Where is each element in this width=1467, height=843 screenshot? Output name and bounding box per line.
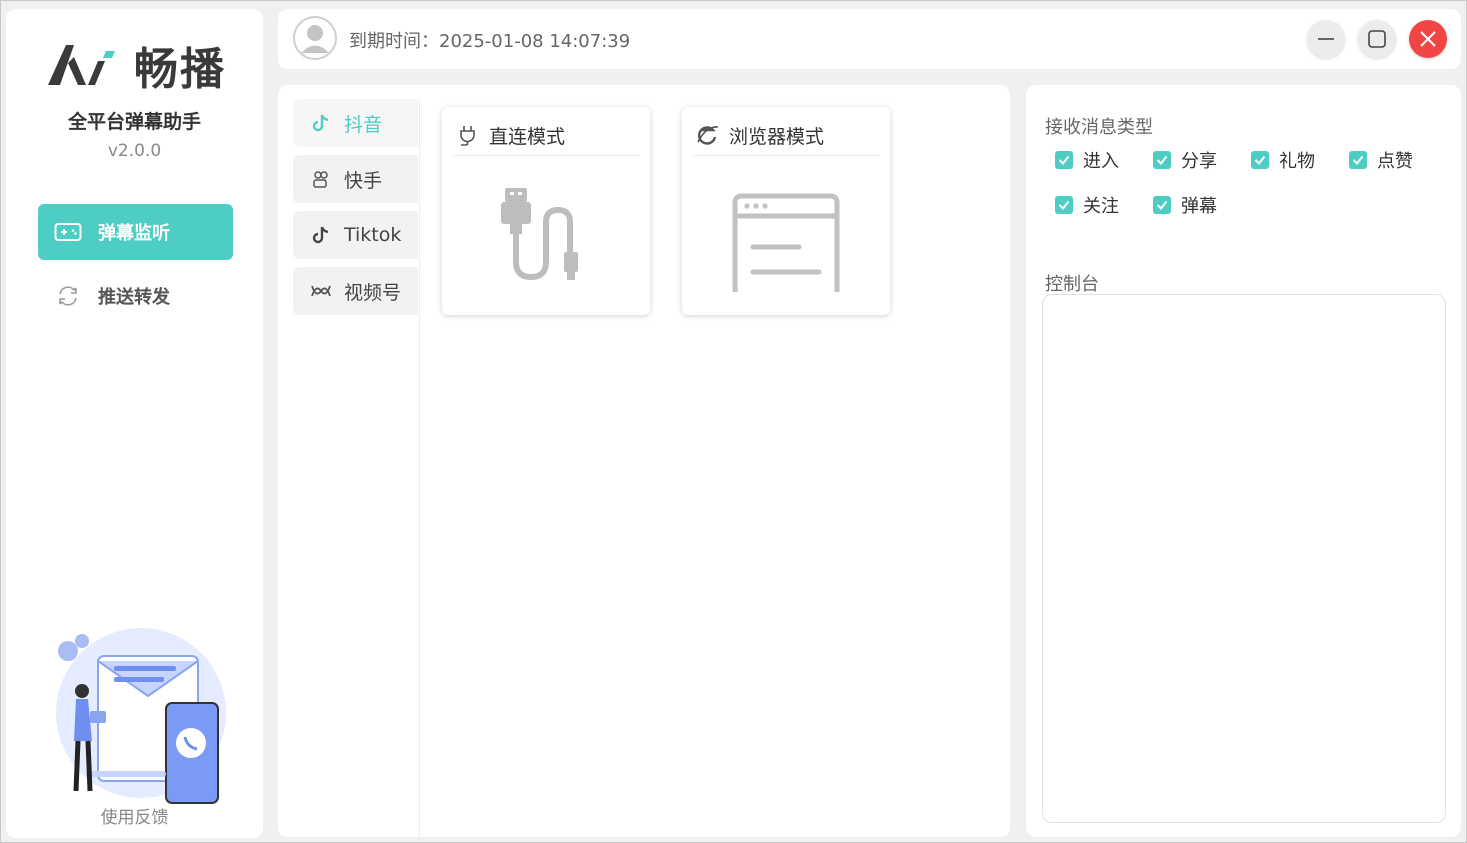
platform-list: 抖音 快手 Tiktok 视频号 — [293, 99, 420, 837]
mode-label: 浏览器模式 — [729, 125, 825, 148]
minimize-icon — [1318, 38, 1334, 40]
message-types-title: 接收消息类型 — [1045, 117, 1153, 138]
douyin-icon — [310, 112, 332, 134]
checkbox-label: 进入 — [1083, 151, 1119, 172]
sidebar: 畅播 全平台弹幕助手 v2.0.0 弹幕监听 推送转发 使用反馈 — [6, 9, 263, 838]
avatar[interactable] — [293, 16, 337, 60]
nav-item-danmu-listen[interactable]: 弹幕监听 — [38, 204, 233, 260]
kuaishou-icon — [310, 168, 332, 190]
app-version: v2.0.0 — [107, 141, 162, 161]
checkbox-follow[interactable]: 关注 — [1055, 192, 1119, 218]
ie-browser-icon — [696, 123, 720, 147]
checkbox-danmu[interactable]: 弹幕 — [1153, 192, 1217, 218]
maximize-icon — [1368, 30, 1386, 48]
platform-label: 快手 — [344, 169, 383, 192]
checkbox-share[interactable]: 分享 — [1153, 147, 1217, 173]
check-icon — [1055, 196, 1073, 214]
browser-window-illustration — [682, 167, 890, 307]
plug-icon — [456, 123, 480, 147]
right-panel: 接收消息类型 进入 分享 礼物 点赞 关注 弹幕 控制台 — [1026, 85, 1461, 837]
check-icon — [1251, 151, 1269, 169]
mode-card-direct[interactable]: 直连模式 — [442, 107, 650, 315]
maximize-button[interactable] — [1358, 20, 1396, 58]
app-subtitle: 全平台弹幕助手 — [67, 111, 201, 133]
platform-label: Tiktok — [344, 224, 402, 246]
mode-card-header: 直连模式 — [452, 115, 640, 156]
close-icon — [1420, 31, 1436, 47]
mode-label: 直连模式 — [489, 125, 566, 148]
app-window: 畅播 全平台弹幕助手 v2.0.0 弹幕监听 推送转发 使用反馈 到期时间：20… — [0, 0, 1467, 843]
check-icon — [1055, 151, 1073, 169]
platform-label: 抖音 — [344, 113, 383, 136]
mode-card-header: 浏览器模式 — [692, 115, 880, 156]
checkbox-label: 弹幕 — [1181, 196, 1217, 217]
check-icon — [1153, 151, 1171, 169]
console-output[interactable] — [1042, 294, 1446, 823]
check-icon — [1153, 196, 1171, 214]
feedback-illustration — [56, 628, 226, 804]
channels-icon — [310, 280, 332, 302]
user-avatar-icon — [293, 16, 337, 60]
usb-cable-illustration — [442, 167, 650, 307]
checkbox-enter[interactable]: 进入 — [1055, 147, 1119, 173]
console-title: 控制台 — [1045, 274, 1099, 295]
checkbox-label: 点赞 — [1377, 151, 1413, 172]
expire-time: 到期时间：2025-01-08 14:07:39 — [349, 31, 631, 52]
checkbox-like[interactable]: 点赞 — [1349, 147, 1413, 173]
close-button[interactable] — [1409, 20, 1447, 58]
nav-item-push-forward[interactable]: 推送转发 — [38, 268, 233, 324]
platform-tab-channels[interactable]: 视频号 — [293, 267, 418, 315]
platform-label: 视频号 — [344, 281, 402, 304]
checkbox-gift[interactable]: 礼物 — [1251, 147, 1315, 173]
logo-text: 畅播 — [134, 44, 226, 95]
top-bar: 到期时间：2025-01-08 14:07:39 — [278, 9, 1461, 69]
tiktok-icon — [310, 224, 332, 246]
platform-tab-tiktok[interactable]: Tiktok — [293, 211, 418, 259]
logo-ai-icon — [48, 45, 115, 85]
platform-tab-douyin[interactable]: 抖音 — [293, 99, 418, 147]
checkbox-label: 关注 — [1083, 196, 1119, 217]
minimize-button[interactable] — [1307, 20, 1345, 58]
check-icon — [1349, 151, 1367, 169]
gamepad-icon — [54, 221, 82, 243]
nav-item-label: 弹幕监听 — [98, 223, 170, 244]
feedback-link[interactable]: 使用反馈 — [6, 803, 263, 828]
checkbox-label: 分享 — [1181, 151, 1217, 172]
mode-card-browser[interactable]: 浏览器模式 — [682, 107, 890, 315]
checkbox-label: 礼物 — [1279, 151, 1315, 172]
main-panel: 抖音 快手 Tiktok 视频号 直连模式 浏览器模式 — [278, 85, 1010, 837]
app-logo: 畅播 — [44, 37, 234, 95]
refresh-icon — [54, 285, 82, 307]
platform-tab-kuaishou[interactable]: 快手 — [293, 155, 418, 203]
nav-item-label: 推送转发 — [98, 287, 170, 308]
